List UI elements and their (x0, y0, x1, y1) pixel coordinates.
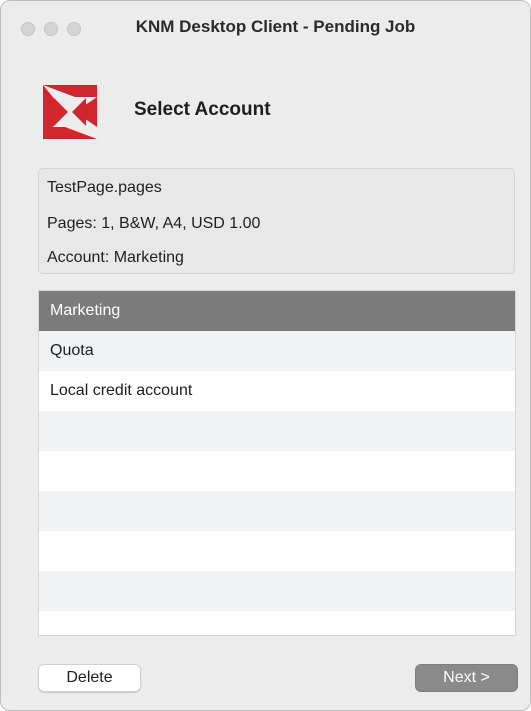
empty-row (39, 451, 515, 491)
empty-row (39, 491, 515, 531)
empty-row (39, 571, 515, 611)
empty-row (39, 611, 515, 635)
job-account: Account: Marketing (47, 249, 184, 266)
account-list[interactable]: Marketing Quota Local credit account (38, 290, 516, 636)
delete-button[interactable]: Delete (38, 664, 141, 692)
kyocera-logo-icon (43, 85, 97, 139)
title-bar: KNM Desktop Client - Pending Job (1, 1, 530, 57)
app-window: KNM Desktop Client - Pending Job Select … (0, 0, 531, 711)
empty-row (39, 411, 515, 451)
next-button[interactable]: Next > (415, 664, 518, 692)
list-item-quota[interactable]: Quota (39, 331, 515, 371)
job-file-name: TestPage.pages (47, 179, 162, 196)
empty-row (39, 531, 515, 571)
job-info-panel: TestPage.pages Pages: 1, B&W, A4, USD 1.… (38, 168, 515, 274)
window-title: KNM Desktop Client - Pending Job (135, 17, 416, 36)
list-item-marketing[interactable]: Marketing (39, 291, 515, 331)
page-heading: Select Account (134, 99, 271, 120)
job-details: Pages: 1, B&W, A4, USD 1.00 (47, 215, 261, 232)
list-item-local-credit-account[interactable]: Local credit account (39, 371, 515, 411)
